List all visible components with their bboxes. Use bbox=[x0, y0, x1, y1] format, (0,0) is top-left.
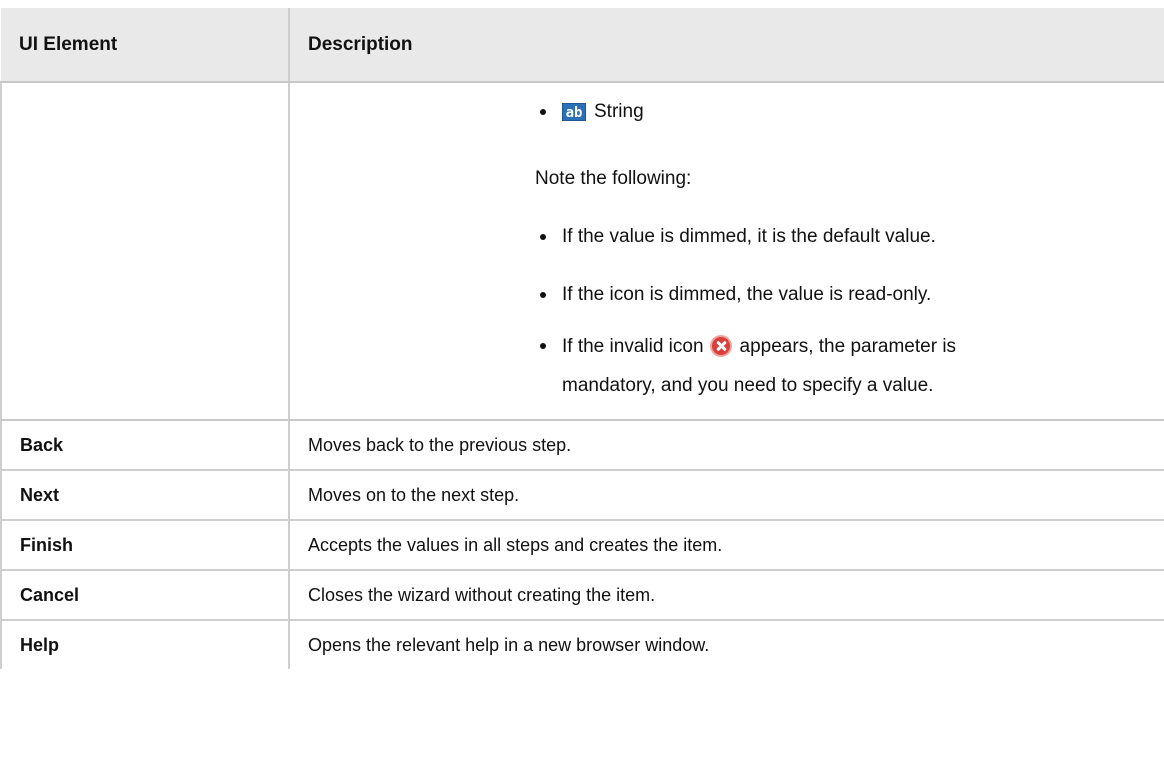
bullet-text-suffix: appears, the parameter is bbox=[739, 335, 957, 357]
bullet-text: If the value is dimmed, it is the defaul… bbox=[562, 226, 936, 247]
element-name: Help bbox=[0, 620, 289, 669]
ab-string-icon: ab bbox=[562, 102, 586, 121]
bullet-dot bbox=[540, 108, 546, 115]
table-row-help: Help Opens the relevant help in a new br… bbox=[0, 620, 1164, 669]
bullet-text-continuation: mandatory, and you need to specify a val… bbox=[562, 375, 934, 396]
header-ui-element: UI Element bbox=[1, 8, 289, 83]
table-row: ab String Note the following: If the val… bbox=[0, 82, 1164, 421]
empty-element-cell bbox=[0, 82, 289, 421]
invalid-icon bbox=[709, 335, 732, 357]
table-header-row: UI Element Description bbox=[1, 8, 1164, 83]
bullet-text-prefix: If the invalid icon bbox=[562, 335, 704, 357]
list-item-invalid: If the invalid icon appears, the paramet… bbox=[535, 335, 1164, 357]
list-item: If the icon is dimmed, the value is read… bbox=[535, 285, 1164, 304]
bullet-dot bbox=[540, 233, 546, 240]
list-item: If the value is dimmed, it is the defaul… bbox=[535, 227, 1164, 246]
description-cell: ab String Note the following: If the val… bbox=[288, 82, 1164, 421]
element-name: Finish bbox=[0, 520, 289, 571]
table-row-back: Back Moves back to the previous step. bbox=[0, 420, 1164, 471]
bullet-text: If the icon is dimmed, the value is read… bbox=[562, 284, 932, 305]
element-name: Next bbox=[0, 470, 289, 521]
header-description: Description bbox=[288, 8, 1164, 83]
table-row-finish: Finish Accepts the values in all steps a… bbox=[0, 520, 1164, 571]
list-item-string: ab String bbox=[535, 102, 1164, 121]
element-name: Cancel bbox=[0, 570, 289, 621]
element-description: Moves back to the previous step. bbox=[288, 420, 1164, 471]
element-name: Back bbox=[0, 420, 289, 471]
table-row-cancel: Cancel Closes the wizard without creatin… bbox=[0, 570, 1164, 621]
bullet-dot bbox=[540, 291, 546, 298]
note-intro: Note the following: bbox=[535, 168, 692, 189]
bullet-dot bbox=[540, 343, 546, 349]
element-description: Opens the relevant help in a new browser… bbox=[288, 620, 1164, 669]
string-label: String bbox=[594, 101, 644, 122]
ui-element-table: UI Element Description ab String Note th… bbox=[0, 8, 1164, 669]
element-description: Accepts the values in all steps and crea… bbox=[288, 520, 1164, 571]
element-description: Closes the wizard without creating the i… bbox=[288, 570, 1164, 621]
element-description: Moves on to the next step. bbox=[288, 470, 1164, 521]
table-row-next: Next Moves on to the next step. bbox=[0, 470, 1164, 521]
